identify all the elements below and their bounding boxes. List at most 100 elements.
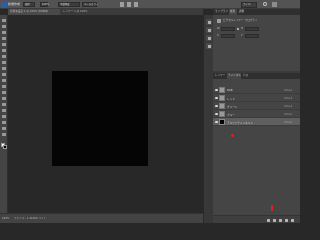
type-tool-icon[interactable] <box>2 109 6 112</box>
panel-dock <box>203 15 213 223</box>
option-field-4-text: ベースカラー <box>84 3 99 6</box>
channels-footer <box>213 215 300 223</box>
history-panel-button[interactable] <box>206 19 212 25</box>
quick-select-tool-icon[interactable] <box>2 37 6 40</box>
menu-badge[interactable]: フィル <box>241 1 257 8</box>
channel-row-blue[interactable]: ブルー Ctrl+5 <box>213 110 300 118</box>
hand-tool-icon[interactable] <box>2 127 6 130</box>
background-color-swatch[interactable] <box>3 145 7 149</box>
channel-thumbnail <box>219 103 225 109</box>
title-label: 新規作成 <box>8 2 21 6</box>
channel-name: アルファチャンネル 1 <box>227 121 253 125</box>
channel-name: RGB <box>227 88 233 92</box>
healing-tool-icon[interactable] <box>2 55 6 58</box>
document-canvas[interactable] <box>52 71 148 166</box>
tab-adjustments-label: 調整 <box>239 9 245 13</box>
channel-row-red[interactable]: レッド Ctrl+3 <box>213 94 300 102</box>
tab-document-1-label: 名称未設定-1 @ 100% (RGB/8) <box>10 9 49 13</box>
save-selection-icon[interactable] <box>279 218 282 222</box>
option-field-1[interactable]: 通常 <box>23 2 35 7</box>
search-icon[interactable] <box>263 2 267 6</box>
channel-row-green[interactable]: グリーン Ctrl+4 <box>213 102 300 110</box>
brush-icon <box>207 36 211 40</box>
channel-row-alpha[interactable]: アルファチャンネル 1 Ctrl+6 <box>213 118 300 126</box>
option-field-4[interactable]: ベースカラー <box>82 2 99 7</box>
pixel-layer-icon <box>217 19 221 23</box>
channel-thumbnail <box>219 87 225 93</box>
channel-name: グリーン <box>227 105 238 109</box>
workspace-icon[interactable] <box>272 2 277 7</box>
channel-thumbnail <box>219 95 225 101</box>
eye-icon[interactable] <box>215 120 218 123</box>
lasso-tool-icon[interactable] <box>2 31 6 34</box>
stamp-tool-icon[interactable] <box>2 67 6 70</box>
w-label: W <box>217 27 220 30</box>
options-bar: 新規作成 通常 100% 不透明度 ベースカラー フィル <box>0 0 300 9</box>
channel-shortcut: Ctrl+3 <box>284 96 292 100</box>
y-field[interactable] <box>245 34 259 38</box>
channel-shortcut: Ctrl+5 <box>284 112 292 116</box>
marquee-tool-icon[interactable] <box>2 25 6 28</box>
doc-info: ファイル : 1.41M/0 バイト <box>14 217 47 220</box>
properties-title: ピクセルレイヤー プロパティ <box>223 18 258 22</box>
width-field[interactable] <box>221 27 235 31</box>
trash-icon[interactable] <box>291 218 294 222</box>
eye-icon[interactable] <box>215 112 218 115</box>
annotation-dot <box>231 134 234 137</box>
history-icon <box>207 20 211 24</box>
status-bar: 100% ファイル : 1.41M/0 バイト <box>0 213 203 223</box>
option-field-1-text: 通常 <box>25 3 30 6</box>
selection-icon[interactable] <box>273 218 276 222</box>
tab-properties-label: 属性 <box>230 9 236 13</box>
pen-tool-icon[interactable] <box>2 103 6 106</box>
channel-name: ブルー <box>227 113 235 117</box>
tools-panel <box>0 15 8 213</box>
dot-circle-icon[interactable] <box>267 218 270 222</box>
info-icon <box>207 28 211 32</box>
link-icon[interactable] <box>237 28 239 30</box>
new-channel-icon[interactable] <box>285 218 288 222</box>
path-select-tool-icon[interactable] <box>2 115 6 118</box>
swatches-panel-button[interactable] <box>206 43 212 49</box>
history-brush-tool-icon[interactable] <box>2 73 6 76</box>
eraser-tool-icon[interactable] <box>2 79 6 82</box>
channel-thumbnail <box>219 119 225 125</box>
properties-panel-button[interactable] <box>206 27 212 33</box>
eye-icon[interactable] <box>215 88 218 91</box>
option-field-2[interactable]: 100% <box>40 2 49 7</box>
eye-icon[interactable] <box>215 104 218 107</box>
tab-channels-label: チャンネル <box>228 73 241 77</box>
tab-libraries-label: ライブラリ <box>215 9 228 13</box>
channel-thumbnail <box>219 111 225 117</box>
brush-panel-button[interactable] <box>206 35 212 41</box>
crop-tool-icon[interactable] <box>2 43 6 46</box>
eye-icon[interactable] <box>215 96 218 99</box>
gradient-tool-icon[interactable] <box>2 85 6 88</box>
align-icon[interactable] <box>120 2 124 7</box>
move-tool-icon[interactable] <box>2 19 6 22</box>
shape-tool-icon[interactable] <box>2 121 6 124</box>
properties-panel: ピクセルレイヤー プロパティ W H X Y <box>213 15 300 71</box>
channel-shortcut: Ctrl+2 <box>284 88 292 92</box>
app-icon[interactable] <box>1 1 7 8</box>
height-field[interactable] <box>245 27 259 31</box>
option-field-3[interactable]: 不透明度 <box>58 2 80 7</box>
tab-document-2-label: レイヤー 1 @ 100% <box>63 9 88 13</box>
swatches-icon <box>207 44 211 48</box>
menu-badge-text: フィル <box>243 2 251 6</box>
zoom-level[interactable]: 100% <box>2 217 9 221</box>
option-field-3-text: 不透明度 <box>60 3 70 6</box>
channel-shortcut: Ctrl+4 <box>284 104 292 108</box>
brush-tool-icon[interactable] <box>2 61 6 64</box>
eyedropper-tool-icon[interactable] <box>2 49 6 52</box>
y-label: Y <box>241 34 243 37</box>
distribute-icon[interactable] <box>134 2 138 7</box>
channel-row-rgb[interactable]: RGB Ctrl+2 <box>213 86 300 94</box>
zoom-tool-icon[interactable] <box>2 133 6 136</box>
channel-name: レッド <box>227 97 235 101</box>
h-label: H <box>241 27 243 30</box>
x-field[interactable] <box>221 34 235 38</box>
align-center-icon[interactable] <box>127 2 131 7</box>
blur-tool-icon[interactable] <box>2 91 6 94</box>
dodge-tool-icon[interactable] <box>2 97 6 100</box>
